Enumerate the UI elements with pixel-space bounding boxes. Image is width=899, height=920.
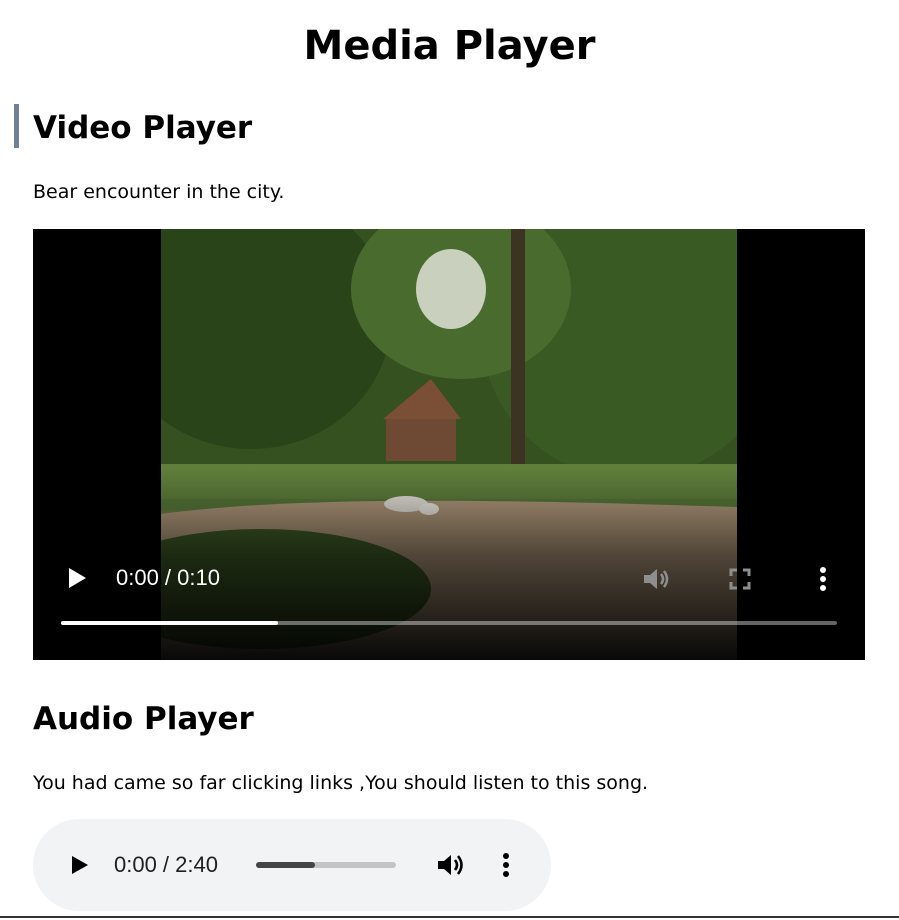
page: Media Player Video Player Bear encounter… xyxy=(0,0,899,920)
section-accent-bar xyxy=(14,104,19,148)
page-title: Media Player xyxy=(303,23,596,69)
audio-play-button[interactable] xyxy=(67,852,93,878)
video-progress-bar[interactable] xyxy=(61,621,837,625)
video-player[interactable]: 0:00 / 0:10 xyxy=(33,229,865,660)
audio-more-options-button[interactable] xyxy=(493,850,519,880)
video-time-display: 0:00 / 0:10 xyxy=(116,565,220,590)
volume-icon xyxy=(644,569,669,589)
play-icon xyxy=(69,568,86,588)
fullscreen-icon xyxy=(729,568,751,590)
audio-progress-fill xyxy=(256,862,315,868)
audio-progress-bar[interactable] xyxy=(256,862,396,868)
audio-section-heading: Audio Player xyxy=(33,701,254,737)
video-fullscreen-button[interactable] xyxy=(725,565,755,593)
more-vertical-icon xyxy=(820,567,826,591)
more-vertical-icon xyxy=(503,853,509,877)
volume-icon xyxy=(438,855,463,875)
video-description: Bear encounter in the city. xyxy=(33,181,285,203)
audio-time-display: 0:00 / 2:40 xyxy=(114,852,218,877)
audio-player[interactable]: 0:00 / 2:40 xyxy=(33,819,551,911)
audio-description: You had came so far clicking links ,You … xyxy=(33,772,649,794)
video-progress-fill xyxy=(61,621,279,625)
video-more-options-button[interactable] xyxy=(808,565,838,593)
video-volume-button[interactable] xyxy=(641,565,671,593)
bottom-divider xyxy=(0,916,899,918)
video-section-heading: Video Player xyxy=(33,110,253,146)
video-play-button[interactable] xyxy=(63,566,91,590)
audio-volume-button[interactable] xyxy=(435,850,467,880)
play-icon xyxy=(72,856,88,874)
